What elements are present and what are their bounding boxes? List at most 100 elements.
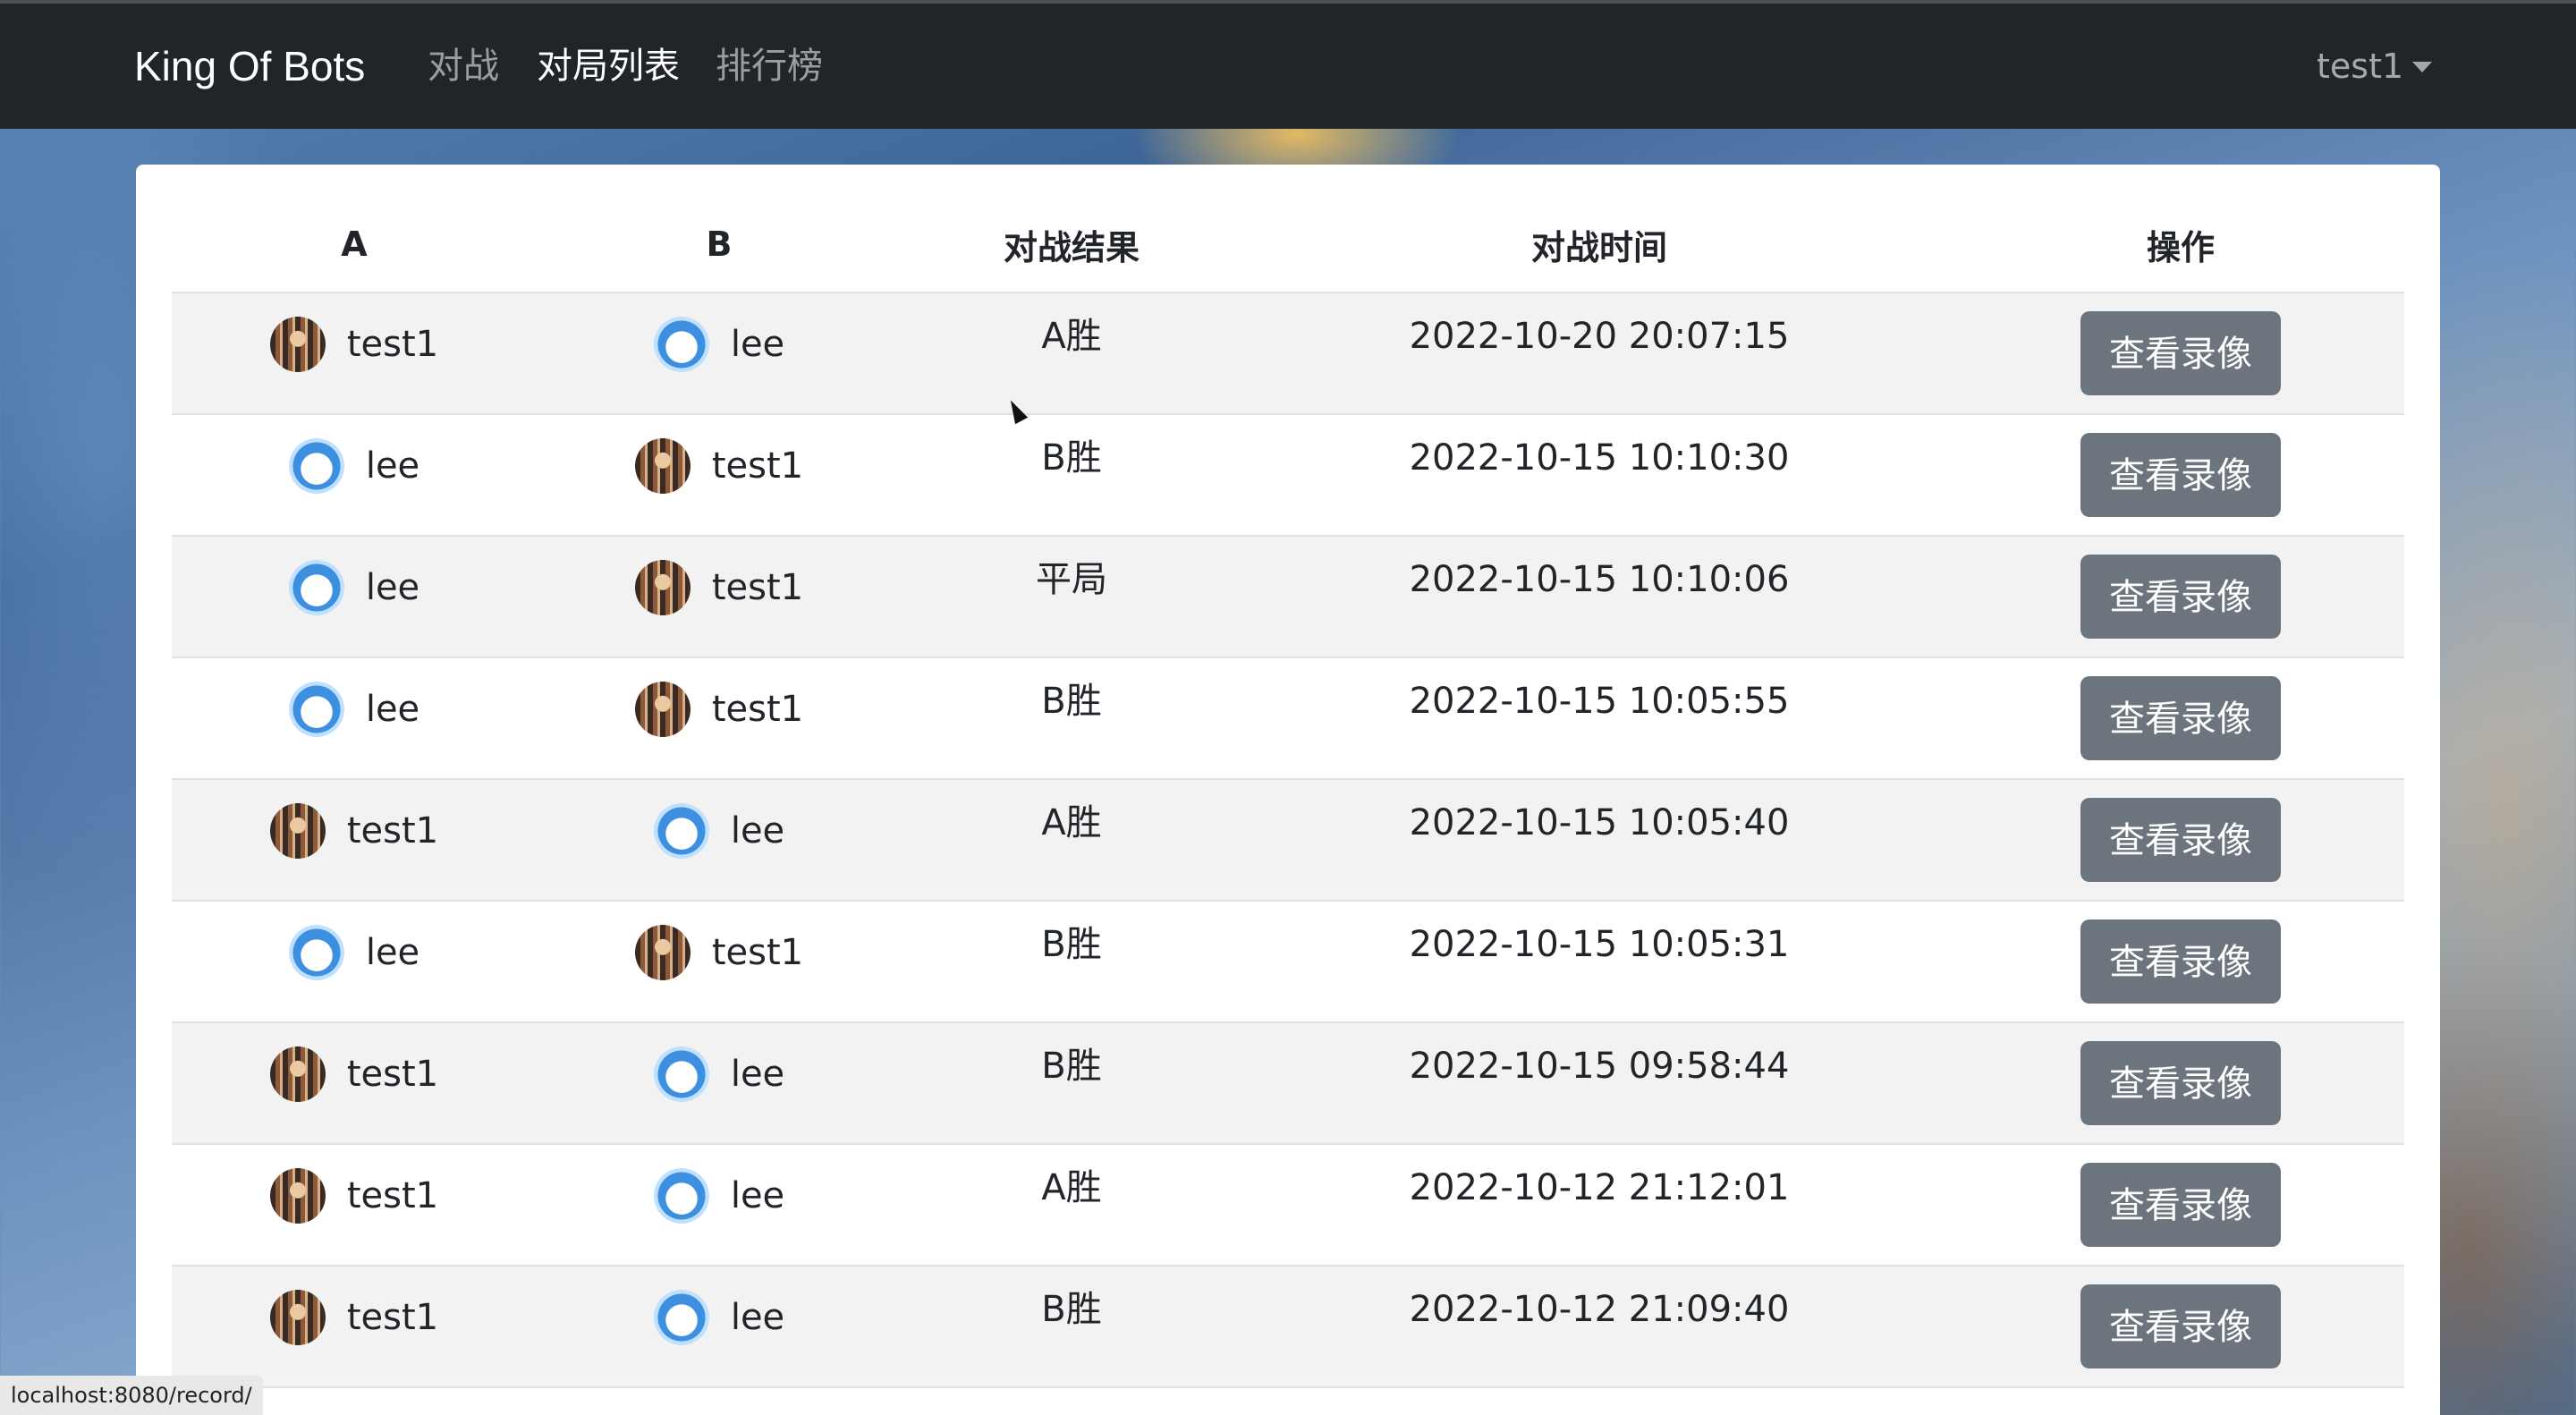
- player-a: test1: [269, 803, 439, 859]
- player-a-name: test1: [346, 810, 439, 852]
- view-replay-button[interactable]: 查看录像: [2080, 798, 2281, 882]
- battle-result: A胜: [1041, 1167, 1102, 1208]
- anime-avatar: [269, 1290, 326, 1345]
- view-replay-button[interactable]: 查看录像: [2080, 676, 2281, 760]
- player-a: lee: [288, 438, 420, 494]
- result-cell: A胜: [902, 292, 1241, 415]
- action-cell: 查看录像: [1957, 657, 2404, 780]
- view-replay-button[interactable]: 查看录像: [2080, 1163, 2281, 1247]
- penguin-avatar: [288, 925, 344, 980]
- action-cell: 查看录像: [1957, 1266, 2404, 1388]
- table-row: test1 lee A胜 2022-10-15 10:05:40 查看录像: [172, 779, 2404, 902]
- table-row: test1 lee A胜 2022-10-12 21:12:01 查看录像: [172, 1144, 2404, 1267]
- player-b-cell: lee: [537, 1266, 902, 1388]
- player-b-cell: test1: [537, 657, 902, 780]
- top-navbar: King Of Bots 对战 对局列表 排行榜 test1: [0, 4, 2576, 129]
- player-b-name: test1: [711, 932, 804, 973]
- player-b-name: lee: [730, 1297, 785, 1338]
- player-b-cell: test1: [537, 536, 902, 658]
- result-cell: B胜: [902, 1266, 1241, 1388]
- player-b: lee: [653, 1168, 785, 1224]
- view-replay-button[interactable]: 查看录像: [2080, 555, 2281, 639]
- record-rows: test1 lee A胜 2022-10-20 20:07:15 查看录像 lee test…: [172, 292, 2404, 1388]
- header-result: 对战结果: [902, 197, 1241, 293]
- result-cell: B胜: [902, 901, 1241, 1023]
- player-b-cell: lee: [537, 1022, 902, 1145]
- player-a-cell: lee: [172, 901, 537, 1023]
- time-cell: 2022-10-15 10:05:55: [1241, 657, 1957, 780]
- view-replay-button[interactable]: 查看录像: [2080, 433, 2281, 517]
- table-row: lee test1 B胜 2022-10-15 10:05:55 查看录像: [172, 657, 2404, 780]
- player-b-name: test1: [711, 689, 804, 730]
- time-cell: 2022-10-12 21:09:40: [1241, 1266, 1957, 1388]
- player-b-cell: test1: [537, 901, 902, 1023]
- table-row: lee test1 B胜 2022-10-15 10:05:31 查看录像: [172, 901, 2404, 1023]
- time-cell: 2022-10-15 10:05:40: [1241, 779, 1957, 902]
- nav-link-battle[interactable]: 对战: [428, 4, 499, 129]
- result-cell: A胜: [902, 1144, 1241, 1267]
- battle-time: 2022-10-15 10:05:40: [1409, 802, 1790, 843]
- player-b-name: lee: [730, 1175, 785, 1216]
- penguin-avatar: [288, 560, 344, 615]
- penguin-avatar: [288, 438, 344, 494]
- nav-link-ranklist[interactable]: 排行榜: [716, 4, 823, 129]
- action-cell: 查看录像: [1957, 292, 2404, 415]
- record-table: A B 对战结果 对战时间 操作 test1 lee A胜 2022-10-20 20…: [172, 197, 2404, 1388]
- battle-time: 2022-10-15 10:10:30: [1409, 437, 1790, 479]
- view-replay-button[interactable]: 查看录像: [2080, 919, 2281, 1004]
- anime-avatar: [634, 560, 691, 615]
- player-a: lee: [288, 925, 419, 980]
- player-b-cell: lee: [537, 1144, 902, 1267]
- player-b: lee: [653, 317, 785, 372]
- brand-logo[interactable]: King Of Bots: [134, 4, 365, 129]
- anime-avatar: [634, 438, 691, 494]
- player-b-cell: test1: [537, 414, 902, 537]
- battle-time: 2022-10-12 21:09:40: [1409, 1289, 1790, 1330]
- anime-avatar: [269, 1168, 326, 1224]
- view-replay-button[interactable]: 查看录像: [2080, 311, 2281, 395]
- player-b-name: lee: [730, 324, 785, 365]
- player-b-name: lee: [730, 810, 785, 852]
- penguin-avatar: [653, 317, 709, 372]
- player-a-name: test1: [346, 324, 439, 365]
- battle-result: B胜: [1041, 437, 1102, 479]
- player-a-name: lee: [365, 445, 420, 487]
- result-cell: B胜: [902, 657, 1241, 780]
- view-replay-button[interactable]: 查看录像: [2080, 1284, 2281, 1368]
- battle-result: A胜: [1041, 802, 1102, 843]
- table-row: test1 lee B胜 2022-10-15 09:58:44 查看录像: [172, 1022, 2404, 1145]
- player-b-name: test1: [711, 445, 804, 487]
- battle-result: B胜: [1041, 1289, 1102, 1330]
- player-b-cell: lee: [537, 779, 902, 902]
- user-dropdown[interactable]: test1: [2317, 4, 2433, 129]
- player-a: test1: [269, 1046, 438, 1102]
- battle-time: 2022-10-15 10:05:55: [1409, 681, 1790, 722]
- time-cell: 2022-10-20 20:07:15: [1241, 292, 1957, 415]
- nav-link-record-list[interactable]: 对局列表: [537, 4, 680, 129]
- table-row: test1 lee B胜 2022-10-12 21:09:40 查看录像: [172, 1266, 2404, 1388]
- anime-avatar: [269, 803, 326, 859]
- table-row: lee test1 B胜 2022-10-15 10:10:30 查看录像: [172, 414, 2404, 537]
- penguin-avatar: [653, 1168, 709, 1224]
- player-a-cell: lee: [172, 414, 537, 537]
- player-a: lee: [288, 682, 420, 737]
- player-a: lee: [288, 560, 420, 615]
- status-bar-url: localhost:8080/record/: [0, 1376, 263, 1415]
- time-cell: 2022-10-15 10:10:06: [1241, 536, 1957, 658]
- player-a-name: lee: [365, 689, 420, 730]
- header-time: 对战时间: [1241, 197, 1957, 293]
- penguin-avatar: [653, 1046, 709, 1102]
- action-cell: 查看录像: [1957, 1022, 2404, 1145]
- header-action: 操作: [1957, 197, 2404, 293]
- player-b-cell: lee: [537, 292, 902, 415]
- penguin-avatar: [653, 803, 709, 859]
- player-b-name: lee: [730, 1054, 785, 1095]
- action-cell: 查看录像: [1957, 536, 2404, 658]
- battle-result: B胜: [1041, 681, 1102, 722]
- time-cell: 2022-10-12 21:12:01: [1241, 1144, 1957, 1267]
- header-player-a: A: [172, 197, 537, 293]
- player-a-cell: lee: [172, 657, 537, 780]
- player-a-name: lee: [365, 567, 420, 608]
- view-replay-button[interactable]: 查看录像: [2080, 1041, 2281, 1125]
- player-a-cell: test1: [172, 1266, 537, 1388]
